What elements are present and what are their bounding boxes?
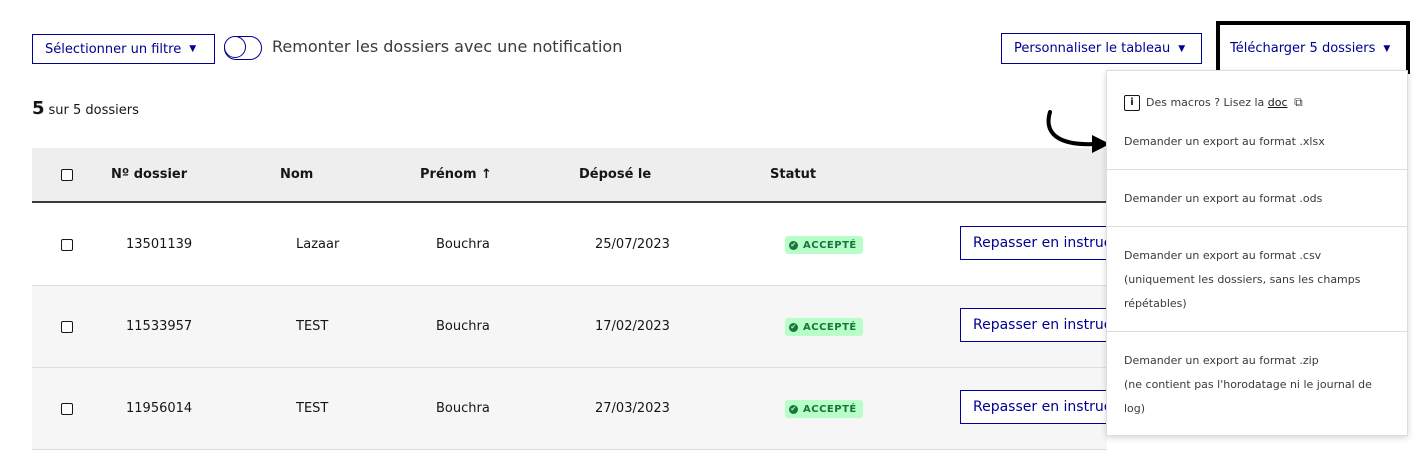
table-row[interactable]: 11533957 TEST Bouchra 17/02/2023 ✔ ACCEP… [32, 286, 1130, 368]
row-checkbox[interactable] [61, 239, 73, 251]
cell-prenom: Bouchra [436, 319, 490, 334]
export-xlsx-option[interactable]: Demander un export au format .xlsx [1124, 130, 1325, 154]
column-header-number[interactable]: Nº dossier [111, 167, 187, 182]
cell-number: 11533957 [126, 319, 193, 334]
download-dropdown-menu: i Des macros ? Lisez la doc ⧉ Demander un… [1106, 70, 1408, 436]
cell-date: 25/07/2023 [595, 237, 670, 252]
curved-arrow-icon [1046, 110, 1110, 153]
cell-number: 11956014 [126, 401, 193, 416]
repasser-instruction-button[interactable]: Repasser en instruction [960, 308, 1130, 342]
chevron-down-icon: ▼ [1178, 43, 1186, 54]
check-circle-icon: ✔ [789, 240, 798, 250]
cell-date: 27/03/2023 [595, 401, 670, 416]
doc-link[interactable]: doc [1268, 96, 1288, 109]
external-link-icon: ⧉ [1294, 95, 1303, 109]
cell-nom: Lazaar [296, 237, 340, 252]
menu-divider [1107, 226, 1407, 227]
table-header: Nº dossier Nom Prénom ↑ Déposé le Statut [32, 148, 1107, 203]
status-badge-label: ACCEPTÉ [803, 321, 857, 333]
export-zip-option[interactable]: Demander un export au format .zip (ne co… [1124, 349, 1372, 421]
status-badge: ✔ ACCEPTÉ [785, 236, 863, 254]
dossier-count-number: 5 [32, 98, 45, 119]
export-zip-label: Demander un export au format .zip [1124, 354, 1319, 367]
notification-toggle[interactable] [224, 36, 262, 60]
notification-toggle-label: Remonter les dossiers avec une notificat… [272, 37, 623, 56]
info-icon: i [1124, 95, 1140, 111]
macros-hint: i Des macros ? Lisez la doc ⧉ [1124, 90, 1303, 115]
cell-nom: TEST [296, 401, 329, 416]
filter-select-button[interactable]: Sélectionner un filtre ▼ [32, 34, 215, 64]
status-badge-label: ACCEPTÉ [803, 403, 857, 415]
repasser-instruction-button[interactable]: Repasser en instruction [960, 226, 1130, 260]
toggle-knob [224, 36, 246, 58]
cell-prenom: Bouchra [436, 401, 490, 416]
filter-select-label: Sélectionner un filtre [45, 41, 182, 57]
cell-number: 13501139 [126, 237, 193, 252]
menu-divider [1107, 169, 1407, 170]
cell-prenom: Bouchra [436, 237, 490, 252]
export-csv-note-line1: (uniquement les dossiers, sans les champ… [1124, 273, 1361, 286]
customize-table-button[interactable]: Personnaliser le tableau ▼ [1001, 33, 1202, 64]
export-ods-option[interactable]: Demander un export au format .ods [1124, 187, 1322, 211]
row-checkbox[interactable] [61, 403, 73, 415]
row-checkbox[interactable] [61, 321, 73, 333]
macros-hint-text: Des macros ? Lisez la [1146, 96, 1265, 109]
table-row[interactable]: 11956014 TEST Bouchra 27/03/2023 ✔ ACCEP… [32, 368, 1130, 450]
repasser-instruction-button[interactable]: Repasser en instruction [960, 390, 1130, 424]
select-all-checkbox[interactable] [61, 169, 73, 181]
menu-divider [1107, 331, 1407, 332]
cell-nom: TEST [296, 319, 329, 334]
check-circle-icon: ✔ [789, 404, 798, 414]
column-header-statut[interactable]: Statut [770, 167, 816, 182]
cell-date: 17/02/2023 [595, 319, 670, 334]
column-header-prenom[interactable]: Prénom ↑ [420, 167, 492, 182]
column-header-date[interactable]: Déposé le [579, 167, 651, 182]
export-csv-option[interactable]: Demander un export au format .csv (uniqu… [1124, 244, 1360, 316]
dossier-count-text: sur 5 dossiers [48, 103, 139, 118]
chevron-down-icon: ▼ [189, 44, 197, 54]
status-badge: ✔ ACCEPTÉ [785, 318, 863, 336]
status-badge: ✔ ACCEPTÉ [785, 400, 863, 418]
status-badge-label: ACCEPTÉ [803, 239, 857, 251]
dossier-count: 5 sur 5 dossiers [32, 98, 139, 119]
column-header-nom[interactable]: Nom [280, 167, 313, 182]
table-row[interactable]: 13501139 Lazaar Bouchra 25/07/2023 ✔ ACC… [32, 204, 1130, 286]
check-circle-icon: ✔ [789, 322, 798, 332]
export-zip-note-line2: log) [1124, 402, 1146, 415]
highlight-box [1216, 21, 1410, 74]
export-csv-label: Demander un export au format .csv [1124, 249, 1322, 262]
customize-table-label: Personnaliser le tableau [1014, 41, 1171, 56]
export-csv-note-line2: répétables) [1124, 297, 1187, 310]
export-zip-note-line1: (ne contient pas l'horodatage ni le jour… [1124, 378, 1372, 391]
